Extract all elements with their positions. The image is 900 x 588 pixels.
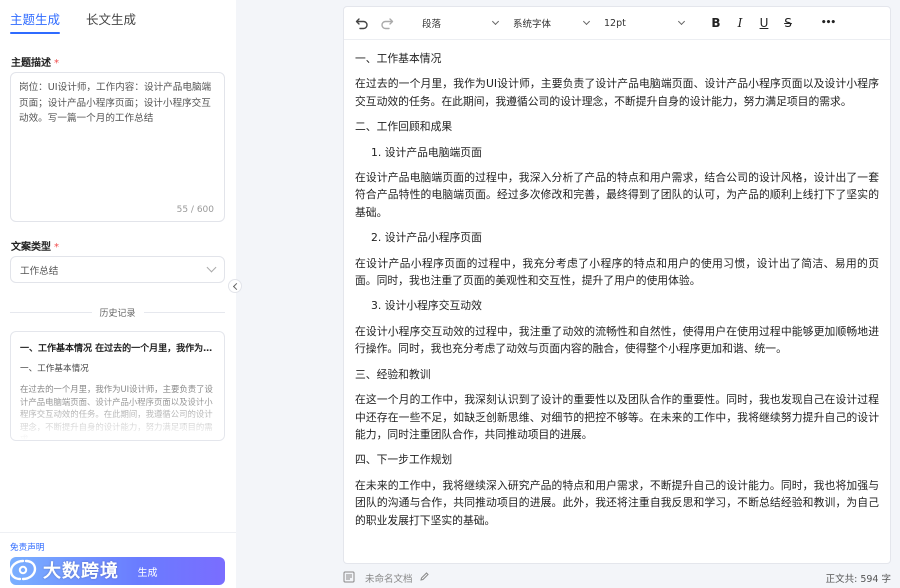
paragraph: 在这一个月的工作中，我深刻认识到了设计的重要性以及团队合作的重要性。同时，我也发… bbox=[355, 393, 879, 441]
history-card-title: 一、工作基本情况 在过去的一个月里，我作为UI设... bbox=[20, 344, 215, 354]
type-select-value: 工作总结 bbox=[20, 265, 59, 277]
paragraph: 在未来的工作中，我将继续深入研究产品的特点和用户需求，不断提升自己的设计能力。同… bbox=[355, 478, 879, 527]
editor-toolbar: 段落 系统字体 12pt B I U S ••• bbox=[344, 7, 890, 40]
divider-line bbox=[10, 311, 92, 313]
undo-icon bbox=[355, 18, 368, 30]
document-name: 未命名文档 bbox=[365, 574, 413, 585]
divider-line bbox=[143, 311, 226, 313]
font-size-select-value: 12pt bbox=[604, 17, 626, 29]
section-heading: 三、经验和教训 bbox=[355, 367, 431, 381]
history-card-subtitle: 一、工作基本情况 bbox=[20, 364, 89, 374]
subsection-heading: 3. 设计小程序交互动效 bbox=[371, 299, 482, 313]
status-bar: 未命名文档 正文共: 594 字 bbox=[343, 566, 891, 588]
word-count: 正文共: 594 字 bbox=[825, 574, 891, 585]
required-mark: * bbox=[54, 58, 59, 69]
disclaimer-link[interactable]: 免责声明 bbox=[10, 541, 44, 553]
chevron-down-icon bbox=[206, 262, 217, 273]
rename-button[interactable] bbox=[419, 571, 430, 582]
chevron-down-icon bbox=[491, 17, 500, 26]
more-options-button[interactable]: ••• bbox=[818, 15, 838, 31]
paragraph: 在设计产品电脑端页面的过程中，我深入分析了产品的特点和用户需求，结合公司的设计风… bbox=[355, 171, 879, 219]
subsection-heading: 2. 设计产品小程序页面 bbox=[371, 231, 482, 245]
history-label: 历史记录 bbox=[99, 308, 136, 319]
type-select[interactable]: 工作总结 bbox=[10, 256, 225, 283]
paragraph-select-value: 段落 bbox=[422, 19, 442, 30]
collapse-panel-button[interactable] bbox=[228, 279, 242, 293]
tab-longform-generation[interactable]: 长文生成 bbox=[86, 10, 136, 32]
paragraph: 在设计产品小程序页面的过程中，我充分考虑了小程序的特点和用户的使用习惯，设计出了… bbox=[355, 256, 879, 288]
document-body[interactable]: 一、工作基本情况 在过去的一个月里，我作为UI设计师，主要负责了设计产品电脑端页… bbox=[355, 50, 879, 537]
paragraph: 在设计小程序交互动效的过程中，我注重了动效的流畅性和自然性，使得用户在使用过程中… bbox=[355, 324, 879, 356]
italic-button[interactable]: I bbox=[732, 15, 748, 31]
history-card-fade bbox=[11, 396, 224, 440]
subsection-heading: 1. 设计产品电脑端页面 bbox=[371, 145, 482, 159]
chevron-left-icon bbox=[232, 282, 240, 290]
paragraph: 在过去的一个月里，我作为UI设计师，主要负责了设计产品电脑端页面、设计产品小程序… bbox=[355, 77, 879, 108]
topic-textarea-value: 岗位：UI设计师，工作内容：设计产品电脑端页面；设计产品小程序页面；设计小程序交… bbox=[19, 82, 212, 124]
redo-button[interactable] bbox=[379, 15, 395, 31]
document-editor: 段落 系统字体 12pt B I U S ••• 一、工作基本情况 在过去的一个… bbox=[343, 6, 891, 564]
section-heading: 一、工作基本情况 bbox=[355, 52, 442, 65]
underline-button[interactable]: U bbox=[756, 15, 772, 31]
section-heading: 四、下一步工作规划 bbox=[355, 453, 453, 467]
font-size-select[interactable]: 12pt bbox=[600, 14, 688, 32]
tab-topic-generation[interactable]: 主题生成 bbox=[10, 10, 61, 34]
required-mark: * bbox=[54, 242, 59, 253]
type-label-text: 文案类型 bbox=[11, 242, 51, 253]
topic-textarea[interactable]: 岗位：UI设计师，工作内容：设计产品电脑端页面；设计产品小程序页面；设计小程序交… bbox=[10, 72, 225, 222]
redo-icon bbox=[381, 18, 394, 30]
history-card[interactable]: 一、工作基本情况 在过去的一个月里，我作为UI设... 一、工作基本情况 在过去… bbox=[10, 331, 225, 441]
strikethrough-button[interactable]: S bbox=[780, 15, 796, 31]
bold-button[interactable]: B bbox=[708, 15, 724, 31]
generate-button[interactable]: 生成 bbox=[10, 557, 225, 585]
char-counter: 55 / 600 bbox=[176, 205, 214, 215]
font-select[interactable]: 系统字体 bbox=[509, 14, 593, 32]
chevron-down-icon bbox=[582, 17, 591, 26]
generate-button-label: 生成 bbox=[137, 567, 158, 579]
chevron-down-icon bbox=[677, 17, 686, 26]
topic-label-text: 主题描述 bbox=[11, 58, 51, 69]
history-divider: 历史记录 bbox=[10, 305, 226, 319]
font-select-value: 系统字体 bbox=[513, 19, 552, 30]
type-label: 文案类型 * bbox=[11, 238, 59, 253]
topic-label: 主题描述 * bbox=[11, 54, 59, 69]
paragraph-select[interactable]: 段落 bbox=[418, 14, 502, 32]
document-icon bbox=[343, 571, 355, 583]
undo-button[interactable] bbox=[354, 15, 370, 31]
mode-tabs: 主题生成 长文生成 bbox=[10, 10, 136, 34]
section-heading: 二、工作回顾和成果 bbox=[355, 120, 453, 134]
left-panel: 主题生成 长文生成 主题描述 * 岗位：UI设计师，工作内容：设计产品电脑端页面；… bbox=[0, 0, 236, 588]
